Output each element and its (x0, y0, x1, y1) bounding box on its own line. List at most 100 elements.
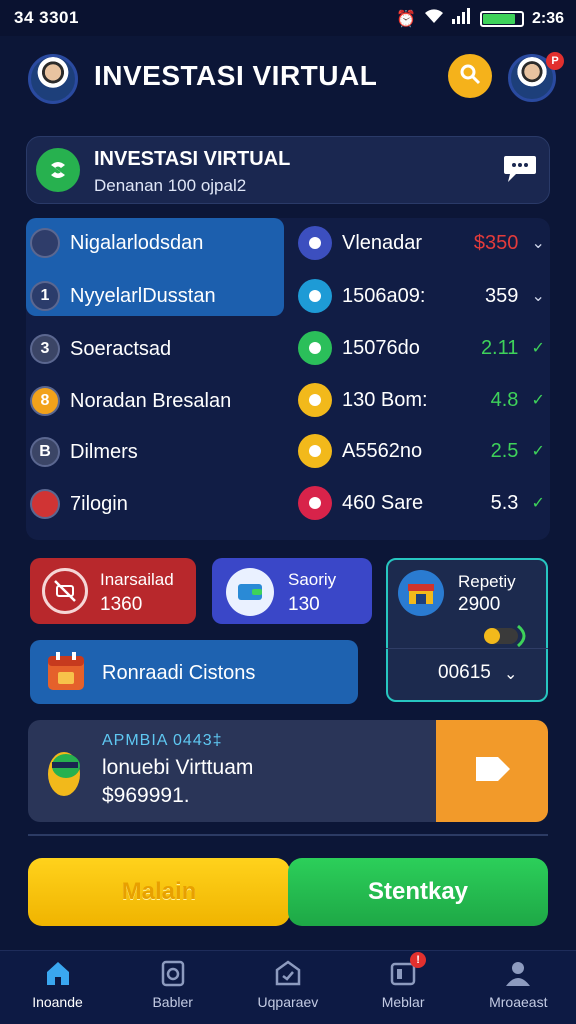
tile-red-label: Inarsailad (100, 570, 174, 589)
left-list-item-label: 7ilogin (70, 492, 128, 515)
left-list-item-icon (30, 489, 60, 519)
grid-icon: ! (388, 952, 427, 988)
tile-red-value: 1360 (100, 594, 143, 615)
nav-item-meblar[interactable]: ! Meblar (346, 952, 461, 1010)
tile-right-footer: 00615 (438, 662, 491, 683)
play-icon (472, 751, 512, 792)
right-list-item-value: 2.11 (480, 336, 519, 359)
tile-wide-label: Ronraadi Cistons (102, 662, 256, 684)
left-list-item-icon: B (30, 437, 60, 467)
nav-item-inoande[interactable]: Inoande (0, 958, 115, 1010)
alarm-icon: ⏰ (396, 10, 416, 28)
left-list-item[interactable]: 3 Soeractsad (30, 334, 171, 364)
chevron-down-icon[interactable]: ⌄ (528, 233, 548, 253)
info-card-title: INVESTASI VIRTUAL (94, 148, 291, 170)
heart-icon (298, 486, 332, 520)
right-list-item[interactable]: 15076do 2.11 ✓ (298, 331, 548, 365)
right-list-item-value: 5.3 (490, 491, 519, 514)
box-icon (273, 958, 303, 988)
nav-item-mroaeast[interactable]: Mroaeast (461, 958, 576, 1010)
left-list-item-icon (30, 228, 60, 258)
left-list-item-label: Dilmers (70, 440, 138, 463)
mascot-icon (44, 746, 86, 800)
nav-item-babler[interactable]: Babler (115, 958, 230, 1010)
banner-amount: $969991. (102, 784, 190, 807)
nav-item-label: Uqparaev (257, 994, 319, 1010)
banner-title: lonuebi Virttuam (102, 756, 254, 779)
battery-icon (479, 10, 524, 27)
tile-blue-label: Saoriy (288, 570, 337, 589)
clock-icon (158, 958, 188, 988)
home-icon (43, 958, 73, 988)
left-list-item[interactable]: 8 Noradan Bresalan (30, 386, 231, 416)
signal-icon (451, 8, 472, 29)
section-divider (28, 834, 548, 836)
right-list-item-label: 15076do (342, 336, 420, 359)
shop-icon (398, 570, 444, 616)
right-list-item[interactable]: 460 Sare 5.3 ✓ (298, 486, 548, 520)
play-button[interactable] (436, 720, 548, 822)
left-list-item[interactable]: 1 NyyelarlDusstan (30, 281, 216, 311)
app-title: INVESTASI VIRTUAL (94, 60, 378, 91)
left-list-item-label: Nigalarlodsdan (70, 231, 204, 254)
right-list-item[interactable]: 1506a09: 359 ⌄ (298, 279, 548, 313)
right-list-item[interactable]: 130 Bom: 4.8 ✓ (298, 383, 548, 417)
right-list-item-label: Vlenadar (342, 231, 423, 254)
right-list-item-value: $350 (473, 231, 519, 254)
right-list-item-label: 460 Sare (342, 491, 424, 514)
stentkay-button[interactable]: Stentkay (288, 858, 548, 926)
chevron-down-icon[interactable]: ⌄ (528, 286, 548, 306)
right-list-item[interactable]: A5562no 2.5 ✓ (298, 434, 548, 468)
check-icon[interactable]: ✓ (528, 338, 548, 358)
nav-item-label: Mroaeast (489, 994, 548, 1010)
shield-icon (298, 279, 332, 313)
coin-icon (298, 383, 332, 417)
right-list-item-value: 2.5 (490, 439, 519, 462)
tile-right-value: 2900 (458, 594, 501, 615)
right-list-item-label: 1506a09: (342, 284, 426, 307)
left-list-item-label: NyyelarlDusstan (70, 284, 216, 307)
coin-icon (298, 434, 332, 468)
tile-right-divider (386, 648, 548, 649)
clock-text: 2:36 (531, 9, 564, 27)
left-list-item-label: Soeractsad (70, 337, 172, 360)
chevron-down-icon[interactable]: ⌄ (504, 664, 517, 684)
right-list-item-label: 130 Bom: (342, 388, 428, 411)
chat-icon[interactable] (500, 148, 540, 188)
logo-icon (36, 148, 80, 192)
right-list-item-value: 359 (485, 284, 519, 307)
left-list-item[interactable]: 7ilogin (30, 489, 128, 519)
wifi-icon (424, 8, 444, 29)
search-icon (458, 62, 482, 91)
tile-right-label: Repetiy (458, 572, 516, 591)
banner-kicker: APMBIA 0443‡ (102, 732, 223, 749)
status-bar-right: ⏰ 2:36 (396, 8, 564, 29)
user-avatar[interactable] (28, 54, 78, 104)
coins-icon (478, 620, 534, 650)
info-card-subtitle: Denanan 100 ojpal2 (94, 176, 247, 195)
left-list-item[interactable]: B Dilmers (30, 437, 138, 467)
nav-item-label: Babler (152, 994, 193, 1010)
right-list-item[interactable]: Vlenadar $350 ⌄ (298, 226, 548, 260)
nav-item-uqparaev[interactable]: Uqparaev (230, 958, 345, 1010)
right-list-item-value: 4.8 (490, 388, 519, 411)
left-list-item[interactable]: Nigalarlodsdan (30, 228, 203, 258)
left-list-item-icon: 3 (30, 334, 60, 364)
right-list-item-label: A5562no (342, 439, 423, 462)
nav-item-label: Inoande (32, 994, 83, 1010)
search-button[interactable] (448, 54, 492, 98)
malain-button[interactable]: Malain (28, 858, 290, 926)
tile-blue-value: 130 (288, 594, 320, 615)
wallet-icon (226, 568, 274, 616)
check-icon[interactable]: ✓ (528, 390, 548, 410)
calendar-icon (44, 650, 88, 694)
left-list-item-icon: 1 (30, 281, 60, 311)
block-icon (42, 568, 88, 614)
profile-notification-badge: P (546, 52, 564, 70)
check-icon[interactable]: ✓ (528, 493, 548, 513)
status-bar-left-text: 34 3301 (14, 8, 79, 27)
user-icon (503, 958, 533, 988)
fox-icon (298, 226, 332, 260)
check-icon[interactable]: ✓ (528, 441, 548, 461)
nav-badge: ! (410, 952, 427, 968)
